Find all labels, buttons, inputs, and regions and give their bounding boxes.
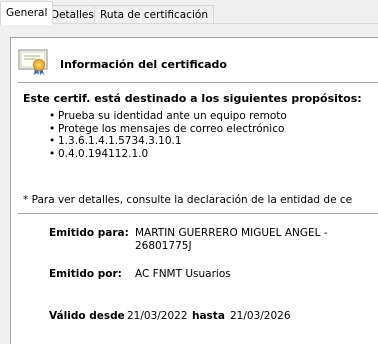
purpose-item: • Prueba su identidad ante un equipo remo… [49,110,287,122]
certificate-icon [18,49,48,75]
purpose-item: • 1.3.6.1.4.1.5734.3.10.1 [49,135,182,147]
issued-to-value-line2: 26801775J [135,240,192,252]
purposes-heading: Este certif. está destinado a los siguie… [23,92,362,105]
tab-divider [0,23,378,24]
valid-from-value: 21/03/2022 [127,310,188,322]
issued-to-label: Emitido para: [49,227,129,239]
certificate-info-title: Información del certificado [60,58,227,71]
details-divider [18,213,378,214]
certificate-info-panel: Información del certificado Este certif.… [10,37,378,344]
purpose-item: • 0.4.0.194112.1.0 [49,147,149,160]
purpose-item: • Protege los mensajes de correo electrón… [49,122,285,135]
issued-by-label: Emitido por: [49,268,122,280]
purposes-list: • Prueba su identidad ante un equipo remo… [49,110,287,160]
valid-to-label: hasta [192,310,225,322]
issued-by-value: AC FNMT Usuarios [135,268,231,280]
tab-ruta-de-certificacion[interactable]: Ruta de certificación [94,5,215,24]
issuer-statement-note: * Para ver detalles, consulte la declara… [23,194,353,206]
tab-general[interactable]: General [0,1,54,25]
issued-to-value-line1: MARTIN GUERRERO MIGUEL ANGEL - [135,227,328,239]
header-divider [18,82,378,83]
valid-to-value: 21/03/2026 [230,310,291,322]
valid-from-label: Válido desde [49,310,125,322]
tab-bar: General Detalles Ruta de certificación [0,0,378,25]
